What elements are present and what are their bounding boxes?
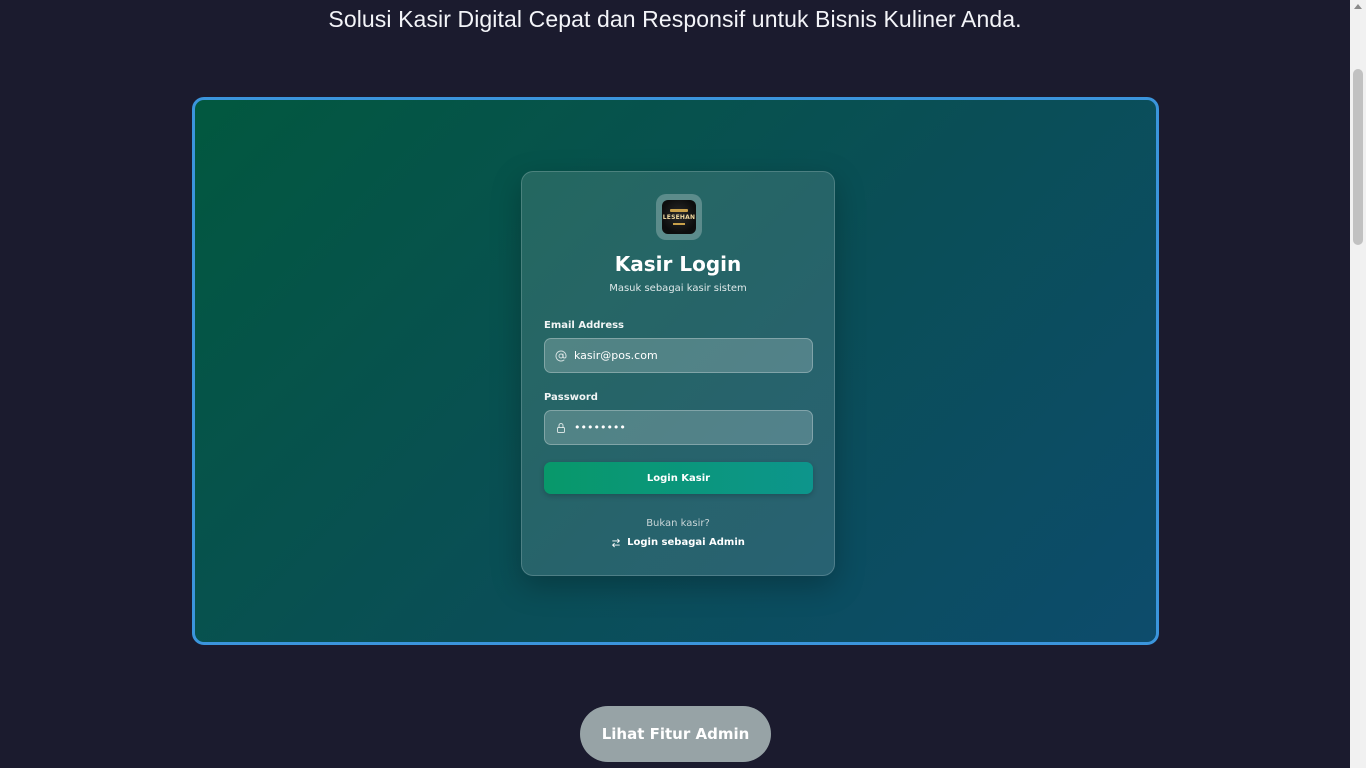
login-as-admin-link[interactable]: Login sebagai Admin xyxy=(522,537,834,548)
email-field-container xyxy=(544,338,813,373)
password-field-container xyxy=(544,410,813,445)
swap-arrows-icon xyxy=(611,538,621,548)
lock-icon xyxy=(554,421,568,435)
email-label: Email Address xyxy=(544,320,625,331)
login-as-admin-label: Login sebagai Admin xyxy=(627,537,745,548)
scroll-thumb[interactable] xyxy=(1353,69,1363,245)
not-kasir-text: Bukan kasir? xyxy=(646,518,710,529)
brand-logo: LESEHAN xyxy=(662,200,696,234)
login-preview-frame: LESEHAN Kasir Login Masuk sebagai kasir … xyxy=(192,97,1159,645)
logo-text: LESEHAN xyxy=(662,214,696,221)
page-scrollbar[interactable] xyxy=(1350,0,1366,768)
view-admin-features-button[interactable]: Lihat Fitur Admin xyxy=(580,706,771,762)
login-kasir-button[interactable]: Login Kasir xyxy=(544,462,813,494)
logo-container: LESEHAN xyxy=(656,194,702,240)
at-sign-icon xyxy=(554,349,568,363)
login-card: LESEHAN Kasir Login Masuk sebagai kasir … xyxy=(521,171,835,576)
login-subtitle: Masuk sebagai kasir sistem xyxy=(609,283,747,294)
password-label: Password xyxy=(544,392,598,403)
login-title: Kasir Login xyxy=(614,252,742,276)
password-input[interactable] xyxy=(574,421,794,434)
page-tagline: Solusi Kasir Digital Cepat dan Responsif… xyxy=(328,6,1022,32)
scroll-up-arrow-icon[interactable] xyxy=(1354,4,1362,9)
email-input[interactable] xyxy=(574,349,794,362)
